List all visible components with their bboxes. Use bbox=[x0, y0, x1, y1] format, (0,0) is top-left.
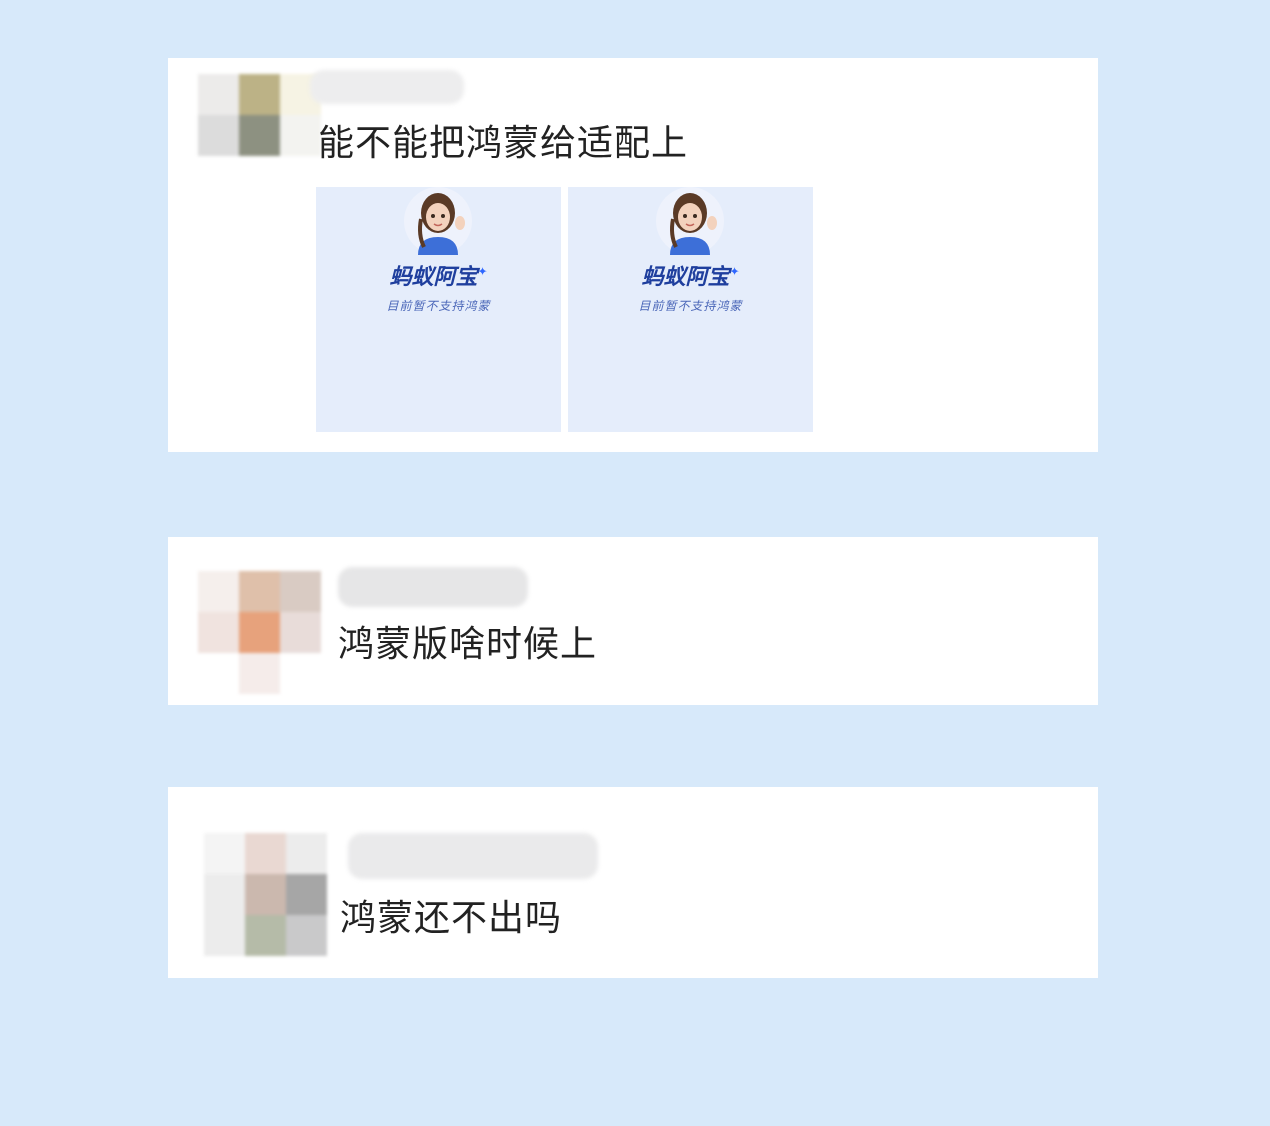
avatar[interactable] bbox=[198, 571, 321, 694]
brand-title: 蚂蚁阿宝✦ bbox=[389, 264, 488, 290]
username-blur[interactable] bbox=[310, 70, 464, 104]
username-blur[interactable] bbox=[338, 567, 528, 607]
avatar[interactable] bbox=[198, 74, 321, 197]
comment-card-1: 能不能把鸿蒙给适配上 蚂蚁阿宝✦ 目前暂不支持鸿蒙 蚂蚁阿宝✦ 目前暂不支持鸿蒙 bbox=[168, 58, 1098, 452]
comment-card-3: 鸿蒙还不出吗 bbox=[168, 787, 1098, 978]
avatar[interactable] bbox=[204, 833, 327, 956]
sparkle-icon: ✦ bbox=[477, 264, 488, 279]
cartoon-girl-avatar-icon bbox=[656, 187, 724, 255]
attachment-image[interactable]: 蚂蚁阿宝✦ 目前暂不支持鸿蒙 bbox=[568, 187, 813, 432]
comment-text: 能不能把鸿蒙给适配上 bbox=[318, 123, 689, 164]
username-blur[interactable] bbox=[348, 833, 598, 879]
comment-text: 鸿蒙版啥时候上 bbox=[338, 624, 598, 665]
brand-note: 目前暂不支持鸿蒙 bbox=[386, 299, 491, 313]
brand-title: 蚂蚁阿宝✦ bbox=[641, 264, 740, 290]
comment-card-2: 鸿蒙版啥时候上 bbox=[168, 537, 1098, 705]
brand-note: 目前暂不支持鸿蒙 bbox=[638, 299, 743, 313]
sparkle-icon: ✦ bbox=[729, 264, 740, 279]
cartoon-girl-avatar-icon bbox=[404, 187, 472, 255]
attachment-image[interactable]: 蚂蚁阿宝✦ 目前暂不支持鸿蒙 bbox=[316, 187, 561, 432]
comment-text: 鸿蒙还不出吗 bbox=[340, 898, 563, 939]
